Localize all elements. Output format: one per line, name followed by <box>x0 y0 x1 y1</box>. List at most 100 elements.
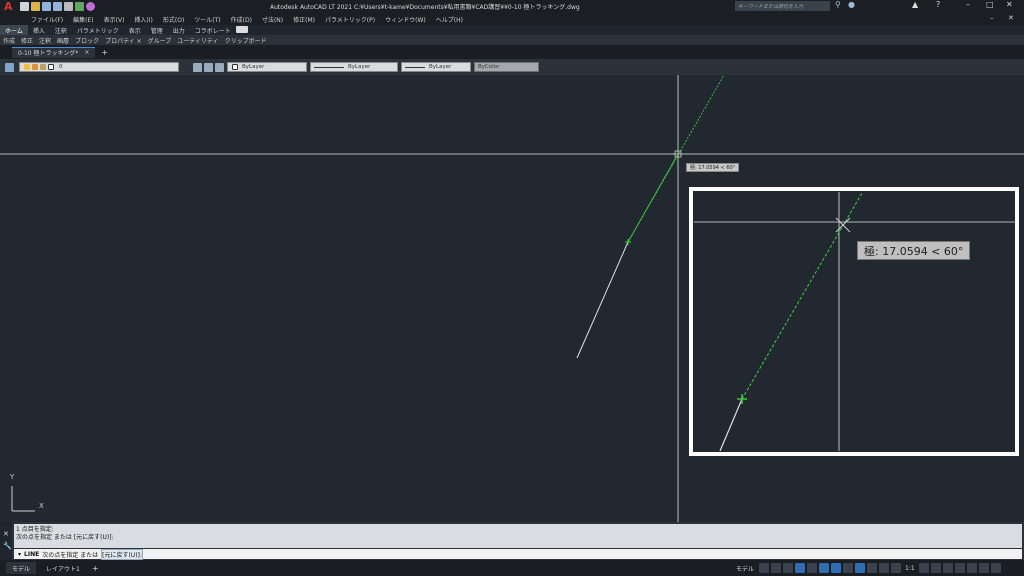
cmd-recent-icon[interactable]: ▾ <box>18 551 21 558</box>
ribbon-tab[interactable]: 挿入 <box>28 25 50 35</box>
match-layer-icon[interactable] <box>204 62 213 72</box>
object-snap-tracking-icon[interactable] <box>819 563 830 573</box>
menu-bar: ファイル(F) 編集(E) 表示(V) 挿入(I) 形式(O) ツール(T) 作成(D) 寸法… <box>0 13 1024 25</box>
new-file-icon[interactable] <box>19 2 29 11</box>
layer-dropdown[interactable]: 0 <box>19 62 179 72</box>
cmd-prompt-option[interactable]: [元に戻す(U)]: <box>101 548 143 560</box>
search-icon[interactable]: ⚲ <box>835 0 841 9</box>
cmd-close-icon[interactable]: ✕ <box>3 530 9 538</box>
menu-item[interactable]: 挿入(I) <box>129 15 157 24</box>
workspace-icon[interactable] <box>85 2 95 11</box>
inset-polar-tooltip-text: 極: 17.0594 < 60° <box>864 244 964 258</box>
isolate-objects-icon[interactable] <box>954 563 965 573</box>
menu-item[interactable]: ファイル(F) <box>26 15 68 24</box>
maximize-icon[interactable]: □ <box>986 0 994 9</box>
undo-icon[interactable] <box>74 2 84 11</box>
ribbon-tab[interactable]: 出力 <box>168 25 190 35</box>
workspace-gear-icon[interactable] <box>918 563 929 573</box>
ribbon-panel[interactable]: グループ <box>145 36 175 45</box>
linetype-dropdown[interactable]: ByLayer <box>310 62 398 72</box>
layer-previous-icon[interactable] <box>215 62 224 72</box>
user-icon[interactable]: ● <box>848 0 855 9</box>
hardware-accel-icon[interactable] <box>966 563 977 573</box>
cmd-settings-icon[interactable]: 🔧 <box>3 542 12 550</box>
polar-tracking-icon[interactable] <box>795 563 806 573</box>
ribbon-tab[interactable]: 注釈 <box>50 25 72 35</box>
ortho-icon[interactable] <box>783 563 794 573</box>
make-current-icon[interactable] <box>193 62 202 72</box>
object-snap-icon[interactable] <box>831 563 842 573</box>
ribbon-panel[interactable]: 注釈 <box>36 36 54 45</box>
isodraft-icon[interactable] <box>807 563 818 573</box>
ribbon-tab[interactable]: 管理 <box>146 25 168 35</box>
ribbon-tab[interactable]: 表示 <box>124 25 146 35</box>
ribbon-panel[interactable]: ユーティリティ <box>174 36 221 45</box>
ribbon-panel[interactable]: 作成 <box>0 36 18 45</box>
ribbon-panel[interactable]: ブロック <box>72 36 102 45</box>
layer-properties-icon[interactable] <box>5 62 14 72</box>
help-icon[interactable]: ? <box>936 0 940 9</box>
lineweight-icon[interactable] <box>843 563 854 573</box>
save-as-icon[interactable] <box>52 2 62 11</box>
color-dropdown[interactable]: ByLayer <box>227 62 307 72</box>
a360-icon[interactable]: ▲ <box>912 0 918 9</box>
auto-scale-icon[interactable] <box>891 563 902 573</box>
menu-item[interactable]: ウィンドウ(W) <box>380 15 431 24</box>
drawing-area[interactable]: 極: 17.0594 < 60° 極: 17.0594 < 60° Y X <box>0 75 1024 522</box>
open-icon[interactable] <box>30 2 40 11</box>
add-doc-tab-button[interactable]: + <box>101 48 108 57</box>
clean-screen-icon[interactable] <box>978 563 989 573</box>
lineweight-dropdown[interactable]: ByLayer <box>401 62 471 72</box>
menu-item[interactable]: ツール(T) <box>189 15 225 24</box>
annomonitor-icon[interactable] <box>930 563 941 573</box>
cmd-input[interactable]: ▾ LINE 次の点を指定 または [元に戻す(U)]: <box>14 548 1022 560</box>
transparency-icon[interactable] <box>855 563 866 573</box>
menu-item[interactable]: 寸法(N) <box>257 15 288 24</box>
menu-item[interactable]: 表示(V) <box>99 15 130 24</box>
plot-icon[interactable] <box>63 2 73 11</box>
add-layout-button[interactable]: + <box>92 564 99 573</box>
linetype-value: ByLayer <box>348 64 371 70</box>
menu-item[interactable]: パラメトリック(P) <box>320 15 380 24</box>
doc-minimize-icon[interactable]: – <box>990 14 994 22</box>
snap-icon[interactable] <box>771 563 782 573</box>
ribbon-tab[interactable]: コラボレート <box>190 25 236 35</box>
menu-item[interactable]: 修正(M) <box>288 15 320 24</box>
cmd-name: LINE <box>24 550 40 558</box>
minimize-icon[interactable]: – <box>966 0 970 9</box>
search-input[interactable]: キーワードまたは語句を入力 <box>738 3 803 10</box>
ribbon-panel[interactable]: クリップボード <box>222 36 270 45</box>
save-icon[interactable] <box>41 2 51 11</box>
ribbon-tab[interactable]: パラメトリック <box>72 25 124 35</box>
close-icon[interactable]: ✕ <box>1006 0 1013 9</box>
menu-item[interactable]: 形式(O) <box>158 15 189 24</box>
annotation-scale[interactable]: 1:1 <box>905 565 915 572</box>
menu-item[interactable]: 作成(D) <box>226 15 257 24</box>
status-bar: モデル レイアウト1 + モデル 1:1 <box>0 560 1024 576</box>
autocad-logo[interactable]: A <box>4 0 13 13</box>
ribbon-panel[interactable]: 修正 <box>18 36 36 45</box>
ribbon-panel[interactable]: プロパティ × <box>102 36 145 45</box>
units-icon[interactable] <box>942 563 953 573</box>
ribbon-tab[interactable]: ホーム <box>0 25 28 35</box>
doc-tab-active[interactable]: 0-10 極トラッキング* × <box>12 46 96 58</box>
cmd-history: 1 点目を指定: 次の点を指定 または [元に戻す(U)]: <box>14 524 1022 548</box>
doc-tab-close-icon[interactable]: × <box>84 49 89 56</box>
plotstyle-dropdown[interactable]: ByColor <box>474 62 539 72</box>
layer-sun-icon <box>32 64 38 70</box>
cmd-grip[interactable] <box>0 522 12 560</box>
menu-item[interactable]: 編集(E) <box>68 15 98 24</box>
selection-cycling-icon[interactable] <box>867 563 878 573</box>
ribbon-panel[interactable]: 画層 <box>54 36 72 45</box>
layout1-tab[interactable]: レイアウト1 <box>40 562 86 574</box>
customization-menu-icon[interactable] <box>990 563 1001 573</box>
doc-close-icon[interactable]: ✕ <box>1008 14 1014 22</box>
model-tab[interactable]: モデル <box>6 562 37 574</box>
annotation-visibility-icon[interactable] <box>879 563 890 573</box>
menu-item[interactable]: ヘルプ(H) <box>431 15 468 24</box>
model-space-label[interactable]: モデル <box>736 564 754 573</box>
ribbon-toggle-icon[interactable] <box>236 26 248 33</box>
search-box[interactable]: キーワードまたは語句を入力 <box>735 1 830 11</box>
grid-icon[interactable] <box>759 563 770 573</box>
ribbon-panels: 作成 修正 注釈 画層 ブロック プロパティ × グループ ユーティリティ クリップボード <box>0 35 1024 45</box>
